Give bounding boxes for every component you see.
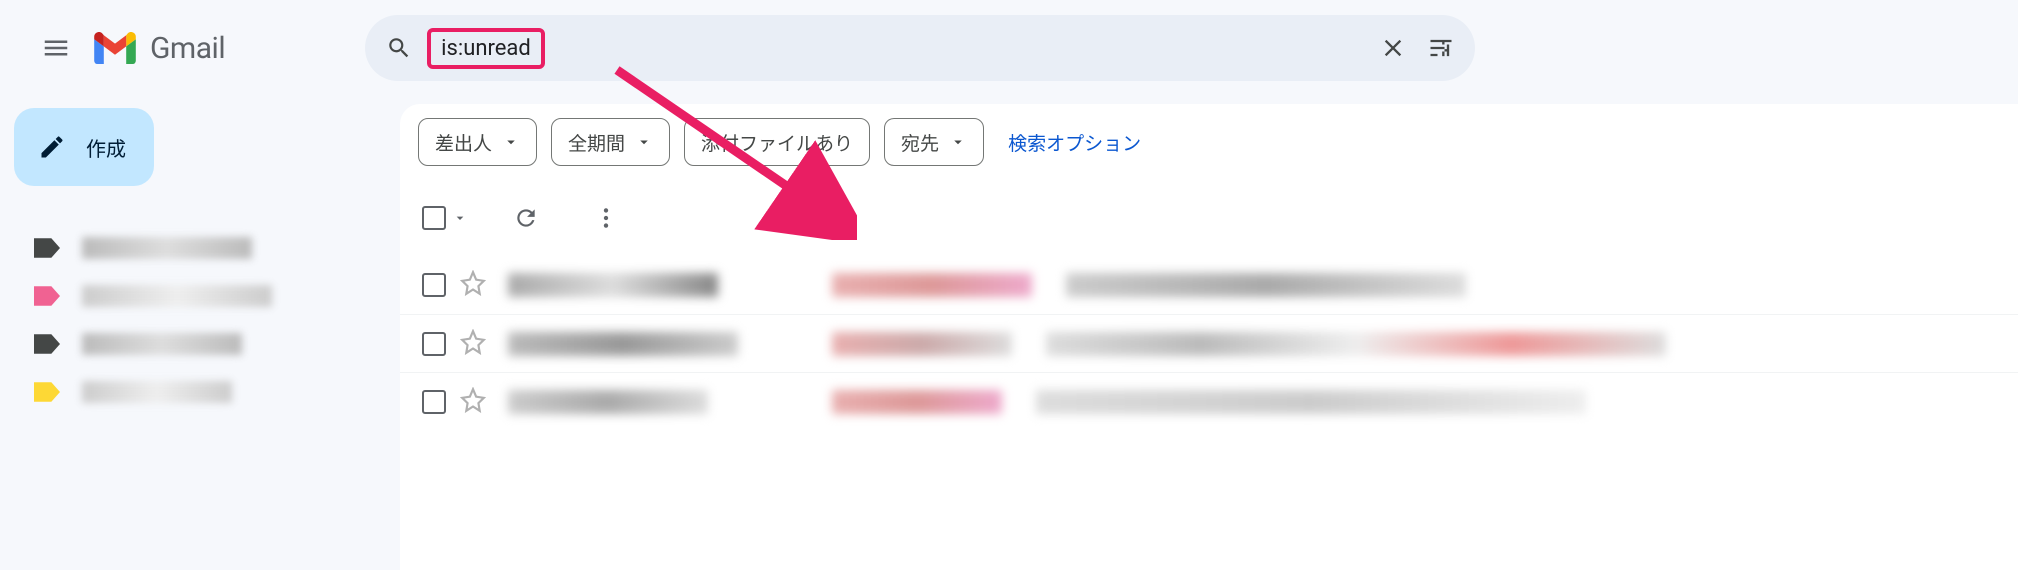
- refresh-button[interactable]: [504, 196, 548, 240]
- gmail-logo[interactable]: Gmail: [94, 31, 225, 66]
- mail-list: [400, 256, 2018, 430]
- compose-icon: [38, 133, 66, 161]
- star-toggle[interactable]: [460, 387, 486, 417]
- search-button[interactable]: [375, 24, 423, 72]
- mail-sender: [508, 390, 708, 414]
- chevron-down-icon: [502, 133, 520, 151]
- checkbox-icon: [422, 206, 446, 230]
- mail-snippet: [1066, 273, 1466, 297]
- mail-row[interactable]: [400, 372, 2018, 430]
- mail-subject: [832, 273, 1032, 297]
- mail-sender: [508, 273, 718, 297]
- star-toggle[interactable]: [460, 270, 486, 300]
- more-vert-icon: [593, 205, 619, 231]
- search-options-button[interactable]: [1417, 24, 1465, 72]
- row-checkbox[interactable]: [422, 390, 446, 414]
- sidebar-label-text: [82, 381, 232, 403]
- mail-snippet: [1046, 332, 1666, 356]
- sidebar-label-item[interactable]: [0, 320, 340, 368]
- row-checkbox[interactable]: [422, 332, 446, 356]
- mail-row[interactable]: [400, 256, 2018, 314]
- filter-time-chip[interactable]: 全期間: [551, 118, 670, 166]
- sidebar-label-text: [82, 237, 252, 259]
- sidebar-label-item[interactable]: [0, 272, 340, 320]
- filter-from-chip[interactable]: 差出人: [418, 118, 537, 166]
- label-icon: [34, 333, 60, 355]
- search-input[interactable]: is:unread: [427, 28, 545, 69]
- header: Gmail is:unread: [0, 0, 2018, 96]
- mail-subject: [832, 332, 1012, 356]
- chevron-down-icon: [635, 133, 653, 151]
- chevron-down-icon: [949, 133, 967, 151]
- label-icon: [34, 381, 60, 403]
- compose-button[interactable]: 作成: [14, 108, 154, 186]
- main-content: 差出人 全期間 添付ファイルあり 宛先 検索オプション: [400, 104, 2018, 570]
- clear-search-button[interactable]: [1369, 24, 1417, 72]
- chip-label: 全期間: [568, 129, 625, 156]
- search-icon: [386, 35, 412, 61]
- star-toggle[interactable]: [460, 329, 486, 359]
- search-bar: is:unread: [365, 15, 1475, 81]
- sidebar-label-item[interactable]: [0, 224, 340, 272]
- tune-icon: [1427, 34, 1455, 62]
- chip-label: 添付ファイルあり: [701, 129, 853, 156]
- main-menu-button[interactable]: [32, 24, 80, 72]
- gmail-logo-text: Gmail: [150, 31, 225, 66]
- chevron-down-icon: [452, 210, 468, 226]
- sidebar: 作成: [0, 108, 340, 416]
- label-icon: [34, 285, 60, 307]
- mail-row[interactable]: [400, 314, 2018, 372]
- label-icon: [34, 237, 60, 259]
- chip-label: 宛先: [901, 129, 939, 156]
- mail-toolbar: [400, 182, 2018, 250]
- sidebar-label-item[interactable]: [0, 368, 340, 416]
- chip-label: 差出人: [435, 129, 492, 156]
- select-all-checkbox[interactable]: [422, 206, 468, 230]
- filter-to-chip[interactable]: 宛先: [884, 118, 984, 166]
- mail-subject: [832, 390, 1002, 414]
- close-icon: [1379, 34, 1407, 62]
- sidebar-label-text: [82, 285, 272, 307]
- gmail-logo-icon: [94, 32, 136, 64]
- advanced-search-link[interactable]: 検索オプション: [1008, 129, 1141, 156]
- filter-attachment-chip[interactable]: 添付ファイルあり: [684, 118, 870, 166]
- mail-snippet: [1036, 390, 1586, 414]
- more-button[interactable]: [584, 196, 628, 240]
- sidebar-label-text: [82, 333, 242, 355]
- filter-chips-row: 差出人 全期間 添付ファイルあり 宛先 検索オプション: [400, 104, 2018, 176]
- sidebar-label-list: [0, 224, 340, 416]
- row-checkbox[interactable]: [422, 273, 446, 297]
- refresh-icon: [513, 205, 539, 231]
- menu-icon: [41, 33, 71, 63]
- mail-sender: [508, 332, 738, 356]
- compose-label: 作成: [86, 133, 126, 162]
